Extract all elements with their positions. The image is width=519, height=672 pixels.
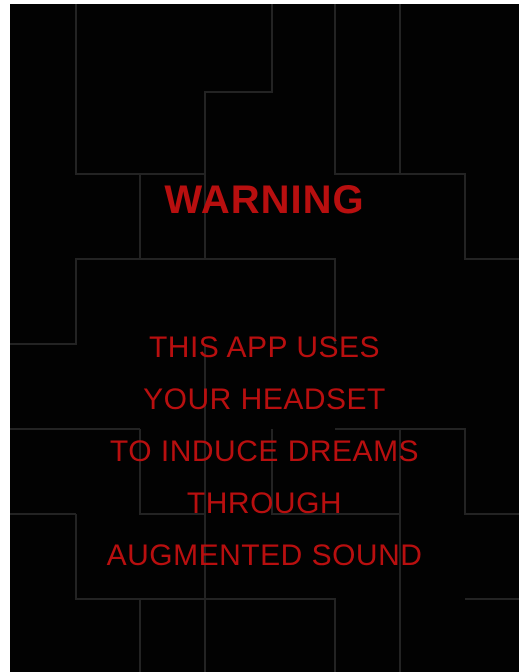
warning-title: WARNING: [164, 178, 365, 222]
message-line: AUGMENTED SOUND: [106, 539, 423, 572]
message-line: THROUGH: [186, 487, 343, 520]
message-line: TO INDUCE DREAMS: [109, 435, 420, 468]
message-line: YOUR HEADSET: [143, 383, 386, 416]
warning-content: WARNING THIS APP USES YOUR HEADSET TO IN…: [10, 4, 519, 672]
warning-screen: WARNING THIS APP USES YOUR HEADSET TO IN…: [10, 4, 519, 672]
message-line: THIS APP USES: [148, 331, 381, 364]
warning-message: THIS APP USES YOUR HEADSET TO INDUCE DRE…: [10, 322, 519, 582]
